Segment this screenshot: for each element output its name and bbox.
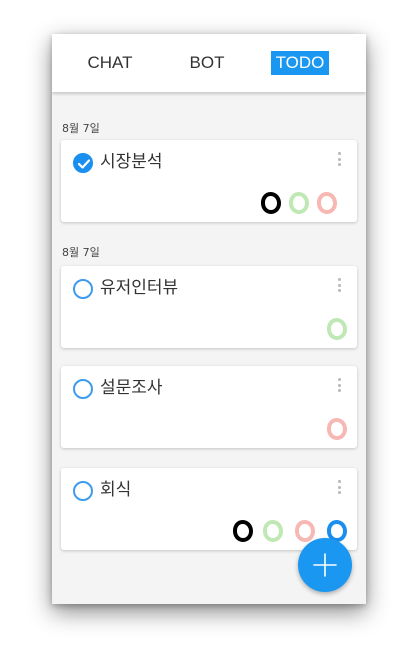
plus-icon <box>313 553 337 577</box>
assignee-avatars <box>261 192 347 214</box>
check-icon <box>78 159 90 169</box>
tab-bot[interactable]: BOT <box>182 51 232 75</box>
tab-chat[interactable]: CHAT <box>80 51 140 75</box>
checkbox-checked[interactable] <box>73 153 93 173</box>
checkbox-unchecked[interactable] <box>73 481 93 501</box>
todo-card[interactable]: 회식 <box>61 468 357 550</box>
assignee-avatars <box>327 418 347 440</box>
more-vertical-icon[interactable] <box>338 378 342 394</box>
todo-card[interactable]: 설문조사 <box>61 366 357 448</box>
avatar <box>263 520 283 542</box>
avatar <box>289 192 309 214</box>
avatar <box>317 192 337 214</box>
date-header: 8월 7일 <box>62 246 100 259</box>
checkbox-unchecked[interactable] <box>73 379 93 399</box>
avatar <box>261 192 281 214</box>
todo-card[interactable]: 시장분석 <box>61 140 357 222</box>
avatar <box>327 418 347 440</box>
tab-todo[interactable]: TODO <box>271 51 329 75</box>
avatar <box>327 318 347 340</box>
add-todo-button[interactable] <box>298 538 352 592</box>
todo-title: 유저인터뷰 <box>100 278 179 298</box>
date-header: 8월 7일 <box>62 122 100 135</box>
phone-screen: CHAT BOT TODO 8월 7일 시장분석 8월 7일 유저인터뷰 설문조… <box>52 34 366 604</box>
todo-title: 시장분석 <box>100 152 163 172</box>
todo-card[interactable]: 유저인터뷰 <box>61 266 357 348</box>
todo-title: 회식 <box>100 480 132 500</box>
more-vertical-icon[interactable] <box>338 480 342 496</box>
avatar <box>233 520 253 542</box>
todo-title: 설문조사 <box>100 378 163 398</box>
assignee-avatars <box>327 318 347 340</box>
more-vertical-icon[interactable] <box>338 152 342 168</box>
checkbox-unchecked[interactable] <box>73 279 93 299</box>
avatar <box>295 520 315 542</box>
tab-bar: CHAT BOT TODO <box>52 34 366 92</box>
more-vertical-icon[interactable] <box>338 278 342 294</box>
